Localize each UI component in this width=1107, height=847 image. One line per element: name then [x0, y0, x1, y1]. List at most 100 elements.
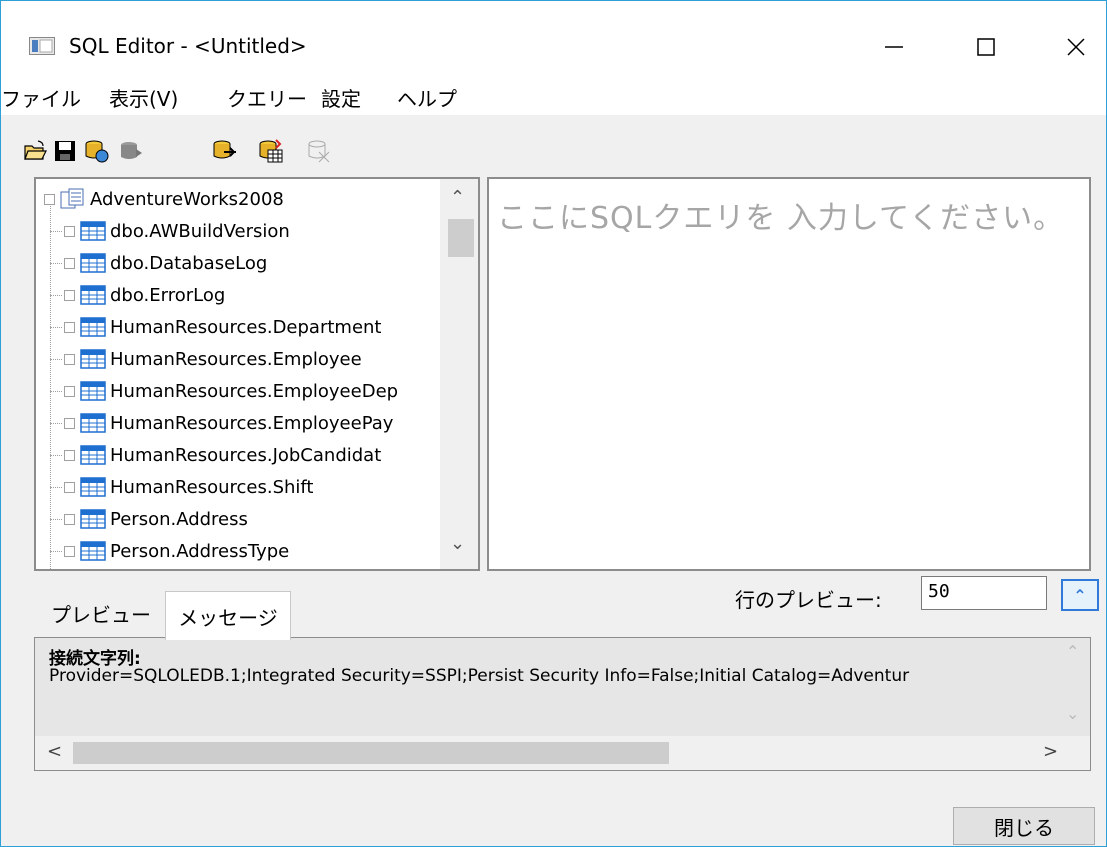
- menu-query[interactable]: クエリー: [227, 83, 307, 112]
- tree-item-label: dbo.AWBuildVersion: [110, 220, 290, 242]
- tree-root-label: AdventureWorks2008: [90, 188, 284, 210]
- tree-item[interactable]: dbo.AWBuildVersion: [50, 215, 290, 247]
- expand-toggle-icon[interactable]: [64, 481, 75, 493]
- table-icon: [80, 349, 106, 369]
- app-icon: [29, 37, 55, 55]
- tree-item-label: dbo.DatabaseLog: [110, 252, 268, 274]
- save-icon: [55, 141, 75, 161]
- minimize-button[interactable]: [849, 19, 939, 75]
- table-icon: [80, 413, 106, 433]
- open-folder-icon: [24, 140, 47, 160]
- table-icon: [80, 541, 106, 561]
- tree-item[interactable]: HumanResources.Shift: [50, 471, 313, 503]
- import-table-icon: [259, 139, 283, 163]
- expand-toggle-icon[interactable]: [64, 225, 75, 237]
- tree-item-label: HumanResources.JobCandidat: [110, 444, 382, 466]
- table-icon: [80, 445, 106, 465]
- sql-query-editor[interactable]: ここにSQLクエリを 入力してください。: [487, 177, 1091, 571]
- double-chevron-up-icon: ⌃: [1073, 585, 1087, 605]
- disconnect-icon: [308, 140, 330, 163]
- tree-root[interactable]: AdventureWorks2008: [44, 183, 284, 215]
- table-icon: [80, 509, 106, 529]
- tree-item-label: Person.AddressType: [110, 540, 290, 562]
- scroll-up-icon[interactable]: ⌃: [450, 187, 465, 208]
- menu-help[interactable]: ヘルプ: [397, 83, 457, 112]
- tree-item-label: HumanResources.Employee: [110, 348, 362, 370]
- expand-toggle-icon[interactable]: [64, 449, 75, 461]
- expand-toggle-icon[interactable]: [64, 257, 75, 269]
- expand-toggle-icon[interactable]: [44, 193, 55, 205]
- run-query-button[interactable]: [83, 133, 111, 169]
- tree-scroll-thumb[interactable]: [448, 219, 474, 257]
- row-preview-label: 行のプレビュー:: [735, 588, 882, 612]
- expand-toggle-icon[interactable]: [64, 321, 75, 333]
- tree-item[interactable]: HumanResources.Employee: [50, 343, 362, 375]
- table-icon: [80, 253, 106, 273]
- query-placeholder: ここにSQLクエリを 入力してください。: [497, 201, 1065, 236]
- disconnect-button[interactable]: [305, 133, 333, 169]
- tree-item[interactable]: dbo.DatabaseLog: [50, 247, 267, 279]
- scroll-left-icon[interactable]: <: [47, 741, 62, 762]
- save-button[interactable]: [51, 133, 79, 169]
- messages-panel: 接続文字列: Provider=SQLOLEDB.1;Integrated Se…: [34, 637, 1091, 771]
- table-icon: [80, 317, 106, 337]
- stop-button[interactable]: [117, 133, 145, 169]
- table-icon: [80, 381, 106, 401]
- database-tree[interactable]: AdventureWorks2008 dbo.AWBuildVersion db…: [34, 177, 480, 571]
- window-title: SQL Editor - <Untitled>: [69, 34, 307, 58]
- expand-toggle-icon[interactable]: [64, 545, 75, 557]
- menu-bar: ファイル 表示(V) クエリー 設定 ヘルプ: [1, 75, 1106, 115]
- expand-toggle-icon[interactable]: [64, 353, 75, 365]
- row-preview-input[interactable]: 50: [921, 576, 1047, 610]
- tree-item-label: HumanResources.EmployeePay: [110, 412, 394, 434]
- open-button[interactable]: [21, 133, 49, 169]
- database-icon: [60, 188, 84, 209]
- scroll-down-icon[interactable]: ⌄: [450, 533, 465, 554]
- title-bar: SQL Editor - <Untitled>: [1, 1, 1106, 75]
- table-icon: [80, 285, 106, 305]
- connect-button[interactable]: [211, 133, 239, 169]
- messages-horizontal-scrollbar[interactable]: < >: [35, 736, 1090, 770]
- connection-string-text: Provider=SQLOLEDB.1;Integrated Security=…: [49, 666, 910, 686]
- stop-icon: [121, 142, 142, 159]
- scroll-up-icon[interactable]: ⌃: [1066, 642, 1079, 661]
- tree-item[interactable]: HumanResources.EmployeePay: [50, 407, 393, 439]
- menu-file[interactable]: ファイル: [1, 83, 81, 112]
- tree-item[interactable]: HumanResources.Department: [50, 311, 382, 343]
- messages-scroll-thumb[interactable]: [73, 742, 669, 764]
- maximize-button[interactable]: [941, 19, 1031, 75]
- close-button[interactable]: 閉じる: [953, 807, 1095, 845]
- tab-preview[interactable]: プレビュー: [41, 593, 161, 633]
- table-icon: [80, 221, 106, 241]
- tree-item[interactable]: dbo.ErrorLog: [50, 279, 225, 311]
- tree-item[interactable]: Person.Address: [50, 503, 248, 535]
- scroll-right-icon[interactable]: >: [1043, 741, 1058, 762]
- tree-item[interactable]: Person.AddressType: [50, 535, 289, 567]
- tree-content: AdventureWorks2008 dbo.AWBuildVersion db…: [36, 179, 440, 569]
- sql-editor-window: SQL Editor - <Untitled> ファイル 表示(V) クエリー …: [0, 0, 1107, 847]
- tree-item-label: Person.Address: [110, 508, 248, 530]
- expand-toggle-icon[interactable]: [64, 289, 75, 301]
- tree-item[interactable]: HumanResources.EmployeeDep: [50, 375, 398, 407]
- tree-vertical-scrollbar[interactable]: ⌃ ⌄: [440, 179, 478, 569]
- close-window-button[interactable]: [1031, 19, 1107, 75]
- expand-toggle-icon[interactable]: [64, 417, 75, 429]
- tab-messages[interactable]: メッセージ: [165, 591, 291, 640]
- tree-item-label: HumanResources.EmployeeDep: [110, 380, 399, 402]
- maximize-icon: [977, 38, 995, 56]
- collapse-panel-button[interactable]: ⌃: [1061, 579, 1099, 611]
- scroll-down-icon[interactable]: ⌄: [1066, 704, 1079, 723]
- close-icon: [1067, 38, 1085, 56]
- tree-item-label: HumanResources.Shift: [110, 476, 314, 498]
- tree-item-label: HumanResources.Department: [110, 316, 382, 338]
- import-button[interactable]: [257, 133, 285, 169]
- run-query-icon: [85, 140, 109, 163]
- expand-toggle-icon[interactable]: [64, 385, 75, 397]
- messages-vertical-scrollbar[interactable]: ⌃ ⌄: [1056, 638, 1090, 734]
- menu-settings[interactable]: 設定: [321, 83, 361, 112]
- expand-toggle-icon[interactable]: [64, 513, 75, 525]
- minimize-icon: [885, 46, 903, 48]
- connect-icon: [213, 140, 236, 159]
- tree-item[interactable]: HumanResources.JobCandidat: [50, 439, 381, 471]
- menu-view[interactable]: 表示(V): [109, 83, 178, 112]
